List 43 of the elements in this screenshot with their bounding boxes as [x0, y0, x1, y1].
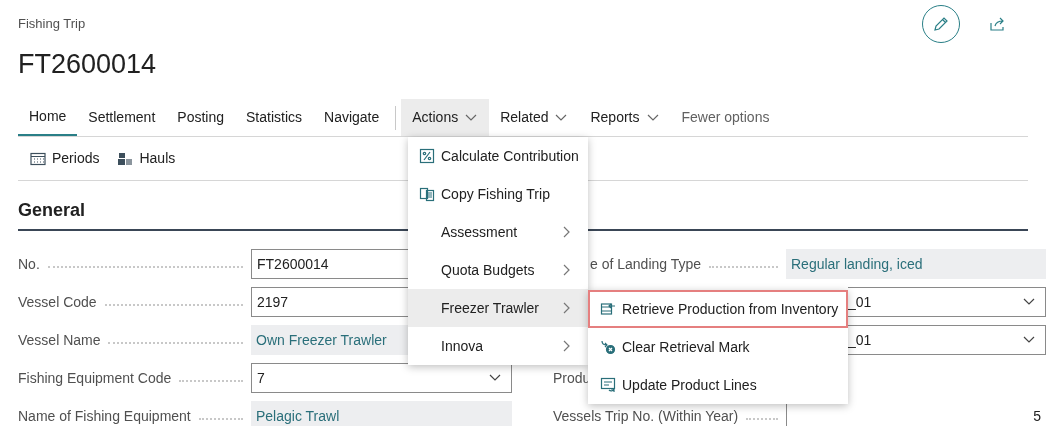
menu-item[interactable]: Innova: [408, 327, 588, 365]
menu-item[interactable]: Clear Retrieval Mark: [588, 328, 848, 366]
field-label: Vessel Code: [18, 292, 97, 312]
section-heading: General: [18, 200, 86, 220]
tab[interactable]: Settlement: [77, 99, 167, 136]
toolbar-button[interactable]: Hauls: [117, 148, 176, 169]
menu-tab[interactable]: Related: [489, 99, 580, 136]
field-label: Vessels Trip No. (Within Year): [553, 406, 739, 426]
menu-item[interactable]: Assessment: [408, 213, 588, 251]
toolbar-button[interactable]: Periods: [30, 148, 100, 169]
field-label: Vessel Name: [18, 330, 101, 350]
menu-tab[interactable]: Reports: [579, 99, 671, 136]
readonly-field: Pelagic Trawl: [251, 401, 512, 426]
copy-icon: [419, 186, 435, 202]
tab[interactable]: Statistics: [235, 99, 313, 136]
update-lines-icon: [600, 377, 616, 393]
menu-tab[interactable]: Actions: [401, 99, 490, 136]
menu-item[interactable]: Freezer Trawler: [408, 289, 588, 327]
fewer-options-link[interactable]: Fewer options: [670, 99, 781, 136]
field-label: Fishing Equipment Code: [18, 368, 172, 388]
tab[interactable]: Home: [18, 99, 78, 136]
menu-item[interactable]: Copy Fishing Trip: [408, 175, 588, 213]
pencil-icon: [933, 16, 949, 32]
page-title: FT2600014: [18, 48, 157, 81]
stacked-boxes-icon: [117, 150, 134, 167]
clear-mark-icon: [600, 339, 616, 355]
page-caption: Fishing Trip: [18, 15, 87, 33]
tab[interactable]: Posting: [166, 99, 235, 136]
menu-item[interactable]: Retrieve Production from Inventory: [588, 290, 848, 328]
tab[interactable]: Navigate: [313, 99, 391, 136]
field-label: Name of Fishing Equipment: [18, 406, 191, 426]
readonly-field: Regular landing, iced: [786, 249, 1046, 279]
calendar-icon: [30, 150, 46, 167]
dropdown-field[interactable]: 7: [251, 363, 512, 393]
dropdown-field[interactable]: _01: [848, 287, 1046, 317]
percent-icon: [419, 148, 435, 164]
menu-item[interactable]: Quota Budgets: [408, 251, 588, 289]
dropdown-field[interactable]: _01: [848, 325, 1046, 355]
field-label: e of Landing Type: [590, 254, 702, 274]
menu-item[interactable]: Update Product Lines: [588, 366, 848, 404]
share-icon: [989, 16, 1005, 32]
menu-item[interactable]: Calculate Contribution: [408, 137, 588, 175]
field-label: No.: [18, 254, 40, 274]
